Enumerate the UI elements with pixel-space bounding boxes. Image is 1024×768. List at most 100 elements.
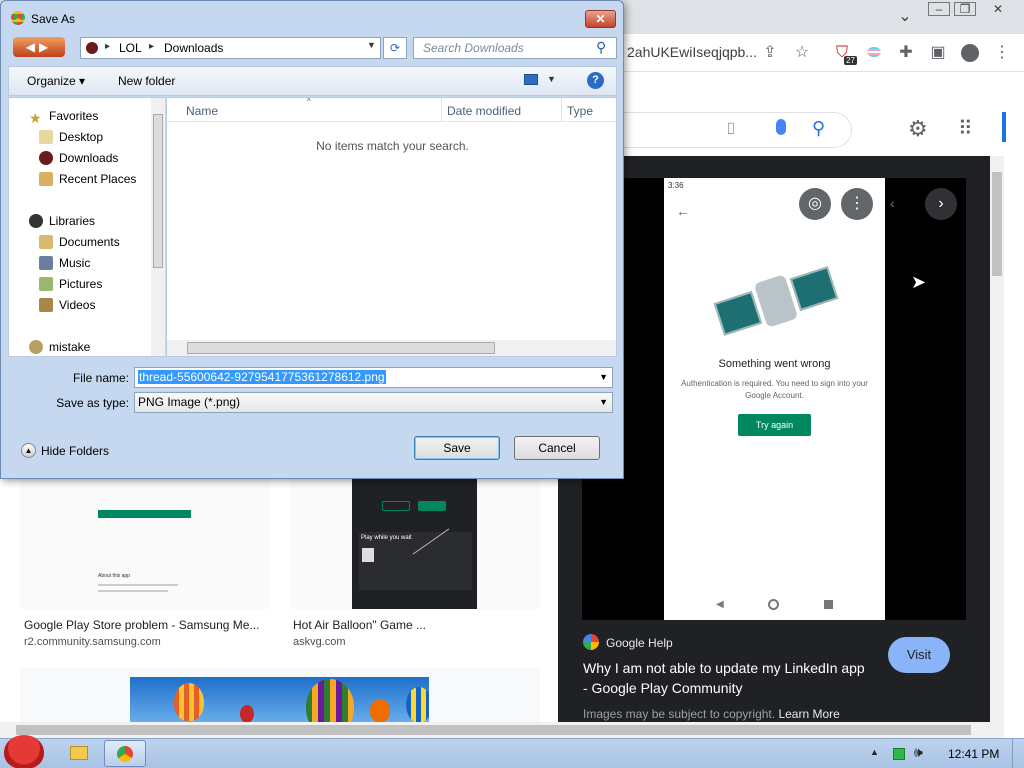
google-logo-icon <box>583 634 599 650</box>
breadcrumb-sep[interactable]: ▸ <box>149 41 154 52</box>
browser-menu-icon[interactable]: ⋮ <box>990 41 1014 65</box>
window-close-button[interactable]: ✕ <box>984 2 1012 16</box>
column-header-row: Name ^ Date modified Type <box>167 97 616 122</box>
file-hscrollbar[interactable] <box>167 340 616 356</box>
nav-documents-label: Documents <box>59 235 120 249</box>
column-date-modified[interactable]: Date modified <box>447 104 521 118</box>
back-forward-buttons[interactable]: ◀▶ <box>13 37 65 57</box>
refresh-icon[interactable]: ⟳ <box>383 37 407 59</box>
file-hscroll-thumb[interactable] <box>187 342 495 354</box>
visit-button[interactable]: Visit <box>888 637 950 673</box>
camera-search-icon[interactable]: ⌷ <box>726 121 736 139</box>
phone-back-arrow-icon: ← <box>676 203 690 219</box>
lens-search-icon[interactable]: ◎ <box>799 188 831 220</box>
file-name-dropdown-icon[interactable]: ▼ <box>599 368 608 387</box>
balloon <box>370 699 390 723</box>
view-options-icon[interactable] <box>524 74 538 85</box>
column-type[interactable]: Type <box>567 104 593 118</box>
balloon <box>406 687 429 723</box>
share-icon[interactable]: ⇪ <box>758 41 782 65</box>
phone-nav-recent-icon <box>824 600 833 609</box>
minimize-button[interactable]: – <box>928 2 950 16</box>
new-folder-button[interactable]: New folder <box>118 74 175 88</box>
save-button[interactable]: Save <box>414 436 500 460</box>
taskbar-clock[interactable]: 12:41 PM <box>948 747 999 761</box>
prev-image-icon[interactable]: ‹ <box>890 195 895 211</box>
user-folder-icon <box>29 340 43 354</box>
result-title-2[interactable]: Hot Air Balloon" Game ... <box>293 618 426 632</box>
more-options-icon[interactable]: ⋮ <box>841 188 873 220</box>
horizontal-scrollbar[interactable] <box>0 722 1004 738</box>
voice-search-icon[interactable] <box>776 119 786 135</box>
tab-search-chevron-icon[interactable]: ⌄ <box>890 7 920 27</box>
search-icon[interactable]: ⚲ <box>812 118 825 139</box>
view-dropdown-icon[interactable]: ▼ <box>547 74 556 84</box>
chrome-taskbar-button[interactable] <box>104 740 146 767</box>
show-desktop-button[interactable] <box>1012 739 1024 768</box>
file-name-input[interactable]: thread-55600642-927954177536127861​2.png… <box>134 367 613 388</box>
result-thumb-2[interactable]: Play while you wait <box>290 476 540 609</box>
apps-grid-icon[interactable]: ⠿ <box>958 116 973 141</box>
address-breadcrumb[interactable]: ▸ LOL ▸ Downloads ▼ <box>80 37 381 59</box>
start-angry-bird-icon[interactable] <box>4 735 44 768</box>
search-downloads-box[interactable]: Search Downloads ⚲ <box>413 37 617 59</box>
result-title-1[interactable]: Google Play Store problem - Samsung Me..… <box>24 618 259 632</box>
vertical-scrollbar[interactable] <box>990 156 1004 726</box>
nav-mistake[interactable]: mistake <box>29 337 169 358</box>
search-magnifier-icon[interactable]: ⚲ <box>596 39 606 56</box>
next-image-icon[interactable]: › <box>925 188 957 220</box>
documents-icon <box>39 235 53 249</box>
mini-play-card: Play while you wait <box>359 528 472 590</box>
learn-more-link[interactable]: Learn More <box>778 707 839 721</box>
breadcrumb-sep[interactable]: ▸ <box>105 41 110 52</box>
result-source-2: askvg.com <box>293 636 346 648</box>
explorer-taskbar-icon[interactable] <box>70 746 88 760</box>
tray-network-icon[interactable] <box>893 748 905 760</box>
mini-play-text: Play while you wait <box>361 535 412 541</box>
maximize-button[interactable]: ❐ <box>954 2 976 16</box>
horizontal-scroll-thumb[interactable] <box>16 725 971 735</box>
column-divider <box>561 98 562 121</box>
tray-expand-icon[interactable]: ▲ <box>870 747 879 757</box>
result-thumb-1[interactable]: About this app <box>20 476 270 609</box>
address-bar-url[interactable]: 2ahUKEwiIseqjqpb... <box>627 44 757 60</box>
extensions-puzzle-icon[interactable]: ✚ <box>894 41 918 65</box>
volume-icon[interactable]: 🕪 <box>914 744 923 761</box>
nav-scroll-thumb[interactable] <box>153 114 163 268</box>
dialog-close-button[interactable]: ✕ <box>585 10 616 28</box>
source-name[interactable]: Google Help <box>606 636 673 650</box>
organize-button[interactable]: Organize ▾ <box>27 74 85 88</box>
nav-scrollbar[interactable] <box>151 98 165 356</box>
mini-try-again <box>382 501 410 511</box>
error-title: Something went wrong <box>718 358 831 370</box>
bookmark-star-icon[interactable]: ☆ <box>790 41 814 65</box>
nav-libraries[interactable]: Libraries <box>29 211 169 232</box>
hide-folders-button[interactable]: Hide Folders <box>41 444 109 458</box>
hide-folders-chevron-icon[interactable]: ▲ <box>21 443 36 458</box>
music-icon <box>39 256 53 270</box>
google-search-box[interactable]: ⌷ ⚲ <box>600 112 852 148</box>
cancel-button[interactable]: Cancel <box>514 436 600 460</box>
vertical-scroll-thumb[interactable] <box>992 172 1002 276</box>
profile-avatar-icon[interactable] <box>958 41 982 65</box>
phone-time: 3:36 <box>668 181 684 190</box>
breadcrumb-folder[interactable]: Downloads <box>164 41 223 55</box>
side-panel-icon[interactable]: ▣ <box>926 41 950 65</box>
settings-gear-icon[interactable]: ⚙ <box>908 116 928 142</box>
result-thumb-3[interactable] <box>20 668 540 726</box>
address-dropdown-icon[interactable]: ▼ <box>367 40 376 50</box>
extension-flag-icon[interactable] <box>862 41 886 65</box>
nav-favorites-label: Favorites <box>49 109 99 123</box>
column-name[interactable]: Name <box>186 104 218 118</box>
breadcrumb-root[interactable]: LOL <box>119 41 142 55</box>
save-type-select[interactable]: PNG Image (*.png) ▼ <box>134 392 613 413</box>
nav-favorites[interactable]: ★ Favorites <box>29 106 169 127</box>
copyright-text: Images may be subject to copyright. <box>583 707 776 721</box>
libraries-icon <box>29 214 43 228</box>
save-type-dropdown-icon[interactable]: ▼ <box>599 393 608 412</box>
solar-panel-left <box>713 291 763 336</box>
result-title[interactable]: Why I am not able to update my LinkedIn … <box>583 658 873 698</box>
help-icon[interactable]: ? <box>587 72 604 89</box>
taskbar: ▲ 🕪 12:41 PM <box>0 735 1024 768</box>
sort-arrow-icon: ^ <box>307 97 311 106</box>
